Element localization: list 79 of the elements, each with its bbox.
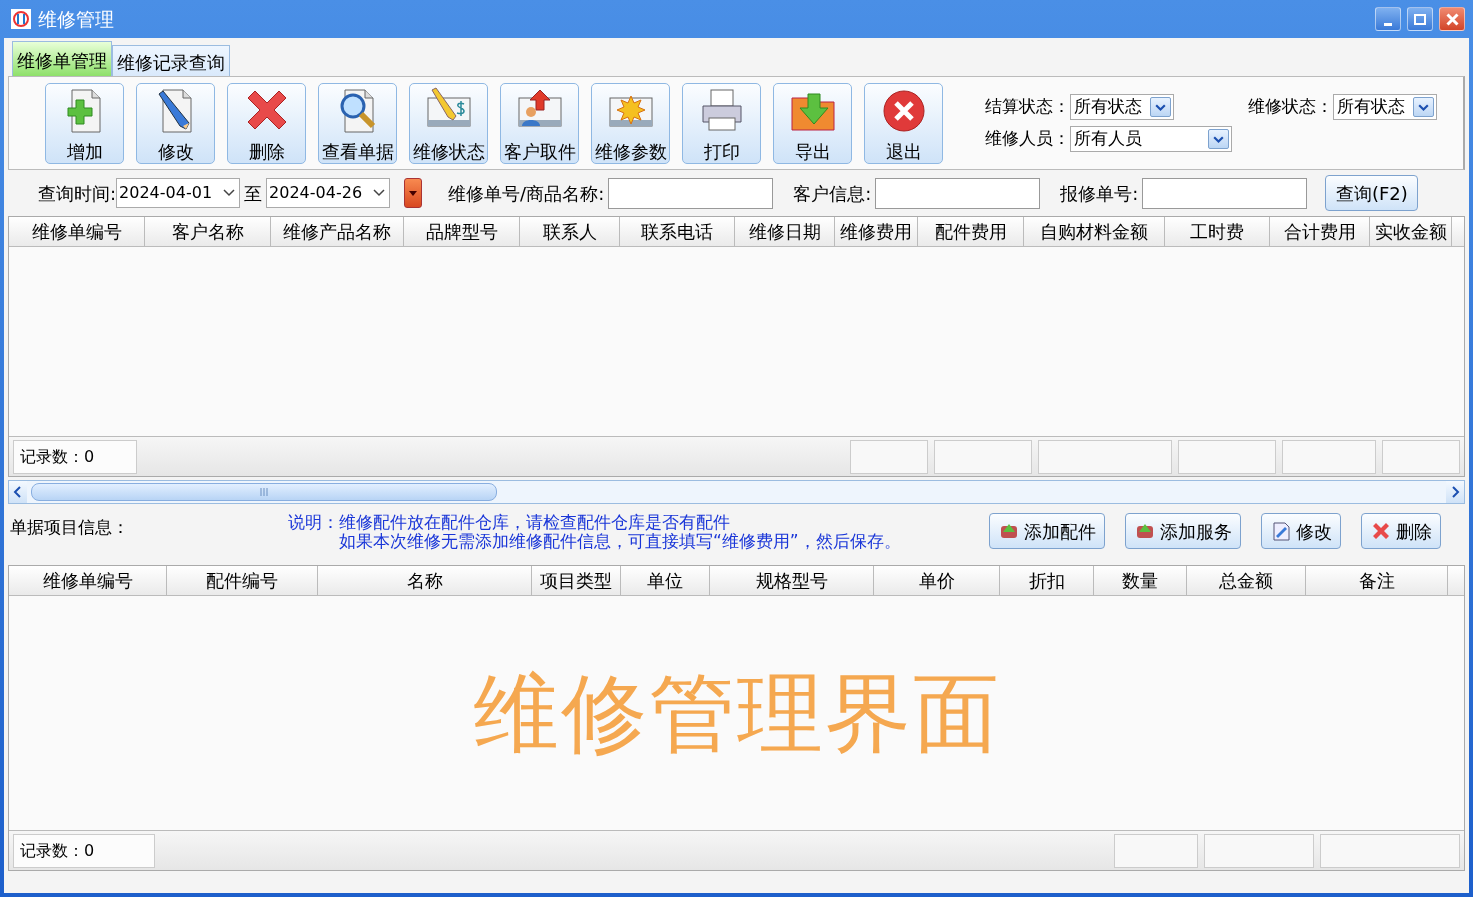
caption: 维修管理界面 [472,661,1001,765]
date-picker[interactable]: 2024-04-26 [266,178,391,208]
dropdown[interactable]: 所有人员 [1070,126,1232,152]
window-title: 维修管理 [38,6,115,32]
field-label: 客户信息: [793,181,872,206]
column-header[interactable]: 自购材料金额 [1024,217,1165,246]
filter-label: 维修状态： [1248,95,1333,119]
date-label: 查询时间: [38,181,117,206]
toolbar-button[interactable]: 删除 [227,82,306,164]
column-header[interactable]: 总金额 [1187,566,1306,595]
note-text: 维修配件放在配件仓库，请检查配件仓库是否有配件 [339,513,731,532]
tab[interactable]: 维修单管理 [12,41,112,76]
column-header[interactable]: 联系人 [520,217,620,246]
action-button[interactable]: 修改 [1261,513,1341,549]
column-header[interactable]: 合计费用 [1270,217,1370,246]
column-header[interactable]: 单价 [874,566,1000,595]
tab[interactable]: 维修记录查询 [112,45,230,76]
note-label: 说明： [288,513,339,534]
dropdown[interactable]: 所有状态 [1333,94,1437,120]
toolbar-button[interactable]: 退出 [864,82,943,164]
column-header[interactable]: 折扣 [1000,566,1094,595]
close-icon [1445,12,1459,26]
column-header[interactable]: 客户名称 [145,217,271,246]
app-logo [10,8,32,30]
column-header[interactable]: 项目类型 [532,566,621,595]
column-header[interactable]: 规格型号 [710,566,874,595]
section-label: 单据项目信息： [9,516,130,539]
column-header[interactable]: 配件费用 [918,217,1024,246]
scroll-thumb[interactable] [31,483,497,501]
column-header[interactable]: 名称 [318,566,532,595]
column-header[interactable]: 备注 [1306,566,1448,595]
input-field[interactable] [608,177,774,209]
field-label: 维修单号/商品名称: [448,181,605,206]
calendar-button[interactable] [404,178,423,208]
column-header[interactable]: 单位 [621,566,710,595]
toolbar-button[interactable]: 维修参数 [591,82,670,164]
horizontal-scrollbar[interactable] [8,480,1465,504]
maximize-icon [1414,13,1426,25]
toolbar-button[interactable]: 增加 [45,82,124,164]
action-button[interactable]: 添加配件 [989,513,1105,549]
maximize-button[interactable] [1407,7,1433,31]
edit-icon [1270,520,1292,542]
column-header[interactable]: 实收金额 [1370,217,1452,246]
column-header[interactable]: 联系电话 [620,217,735,246]
dropdown[interactable]: 所有状态 [1070,94,1174,120]
record-count: 记录数：0 [13,833,155,868]
search-button[interactable]: 查询(F2) [1325,175,1419,211]
column-header[interactable]: 工时费 [1165,217,1270,246]
input-field[interactable] [875,177,1041,209]
column-header[interactable]: 维修单编号 [9,217,145,246]
column-header[interactable]: 维修费用 [835,217,918,246]
record-count: 记录数：0 [13,439,137,474]
column-header[interactable]: 维修日期 [735,217,835,246]
filter-label: 结算状态： [985,95,1070,119]
toolbar-button[interactable]: 查看单据 [318,82,397,164]
toolbar-button[interactable]: 导出 [773,82,852,164]
filter-label: 维修人员： [985,127,1070,151]
action-button[interactable]: 删除 [1361,513,1441,549]
down-triangle-icon [408,189,419,197]
toolbar-button[interactable]: 维修状态 [409,82,488,164]
field-label: 报修单号: [1060,181,1139,206]
note-text: 如果本次维修无需添加维修配件信息，可直接填写“维修费用”，然后保存。 [339,532,901,551]
column-header[interactable]: 维修单编号 [9,566,167,595]
toolbar-button[interactable]: 打印 [682,82,761,164]
scroll-right-icon[interactable] [1446,481,1464,503]
minimize-icon [1384,22,1392,26]
input-field[interactable] [1142,177,1308,209]
minimize-button[interactable] [1375,7,1401,31]
scroll-left-icon[interactable] [9,481,27,503]
column-header[interactable]: 品牌型号 [404,217,520,246]
date-picker[interactable]: 2024-04-01 [116,178,241,208]
column-header[interactable]: 维修产品名称 [271,217,404,246]
toolbar-button[interactable]: 客户取件 [500,82,579,164]
toolbar-button[interactable]: 修改 [136,82,215,164]
date-separator: 至 [244,181,263,206]
action-button[interactable]: 添加服务 [1125,513,1241,549]
close-button[interactable] [1439,7,1465,31]
column-header[interactable]: 配件编号 [167,566,318,595]
column-header[interactable]: 数量 [1094,566,1187,595]
